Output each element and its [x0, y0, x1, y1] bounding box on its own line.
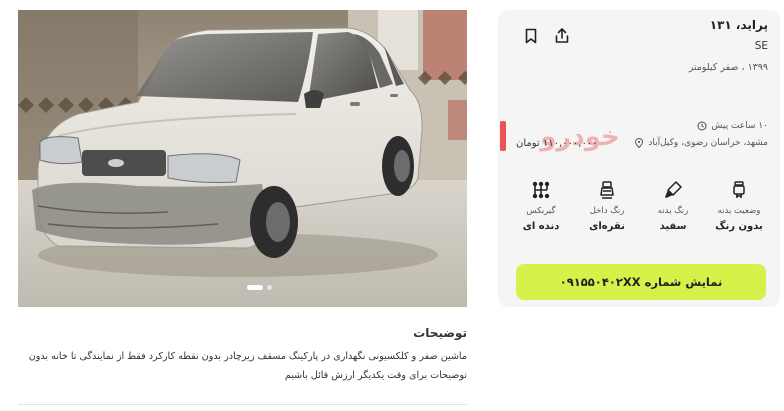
gallery-pagination[interactable]	[247, 285, 272, 290]
spec-label: رنگ داخل	[589, 206, 625, 216]
spec-label: رنگ بدنه	[657, 206, 689, 216]
bookmark-button[interactable]	[522, 27, 540, 45]
khodro-logo-watermark: خودرو	[500, 121, 620, 152]
listing-info-card: پراید، ۱۳۱ SE ۱۳۹۹ ، صفر کیلومتر خودرو ۱…	[498, 10, 780, 307]
share-button[interactable]	[553, 27, 571, 45]
show-phone-button[interactable]: نمایش شماره ۰۹۱۵۵۰۴۰۲XX	[516, 264, 766, 300]
description-body: ماشین صفر و کلکسیونی نگهداری در پارکینگ …	[18, 348, 467, 385]
listing-title: پراید، ۱۳۱	[709, 18, 768, 32]
description-line: توضیحات برای وقت یکدیگر ارزش قائل باشیم	[284, 369, 467, 381]
location-pin-icon	[635, 138, 644, 148]
spec-body-color: رنگ بدنه سفید	[640, 180, 706, 246]
seat-icon	[600, 181, 614, 199]
listing-price: ۱۱۰,۰۰۰,۰۰۰ تومان	[516, 138, 598, 149]
specs-grid: وضعیت بدنه بدون رنگ رنگ بدنه سفید رنگ دا…	[508, 180, 772, 246]
location-text: مشهد، خراسان رضوی، وکیل‌آباد	[648, 138, 768, 148]
spec-value: دنده ای	[522, 221, 560, 232]
spec-body-condition: وضعیت بدنه بدون رنگ	[706, 180, 772, 246]
bookmark-icon	[525, 28, 537, 44]
body-condition-icon	[733, 181, 745, 198]
listing-year-mileage: ۱۳۹۹ ، صفر کیلومتر	[688, 62, 768, 73]
divider	[18, 404, 467, 405]
spec-value: بدون رنگ	[715, 221, 763, 232]
spec-value: سفید	[659, 221, 687, 232]
spec-interior-color: رنگ داخل نقره‌ای	[574, 180, 640, 246]
listing-location: مشهد، خراسان رضوی، وکیل‌آباد	[634, 138, 768, 148]
gearbox-icon	[532, 181, 550, 199]
spec-value: نقره‌ای	[589, 221, 625, 232]
posted-time-text: ۱۰ ساعت پیش	[711, 121, 768, 131]
spec-label: وضعیت بدنه	[717, 206, 761, 216]
listing-trim: SE	[754, 40, 768, 52]
listing-photo[interactable]	[18, 10, 467, 307]
description-title: توضیحات	[413, 326, 467, 340]
clock-icon	[697, 121, 707, 131]
price-watermark: خودرو	[500, 113, 625, 158]
spec-label: گیربکس	[526, 206, 556, 216]
paint-brush-icon	[665, 181, 682, 198]
gallery-dot[interactable]	[267, 285, 272, 290]
gallery-dot-active[interactable]	[247, 285, 263, 290]
posted-time: ۱۰ ساعت پیش	[697, 121, 768, 131]
description-line: ماشین صفر و کلکسیونی نگهداری در پارکینگ …	[28, 351, 467, 362]
spec-gearbox: گیربکس دنده ای	[508, 180, 574, 246]
car-photo-image	[18, 10, 467, 307]
share-icon	[555, 28, 569, 43]
